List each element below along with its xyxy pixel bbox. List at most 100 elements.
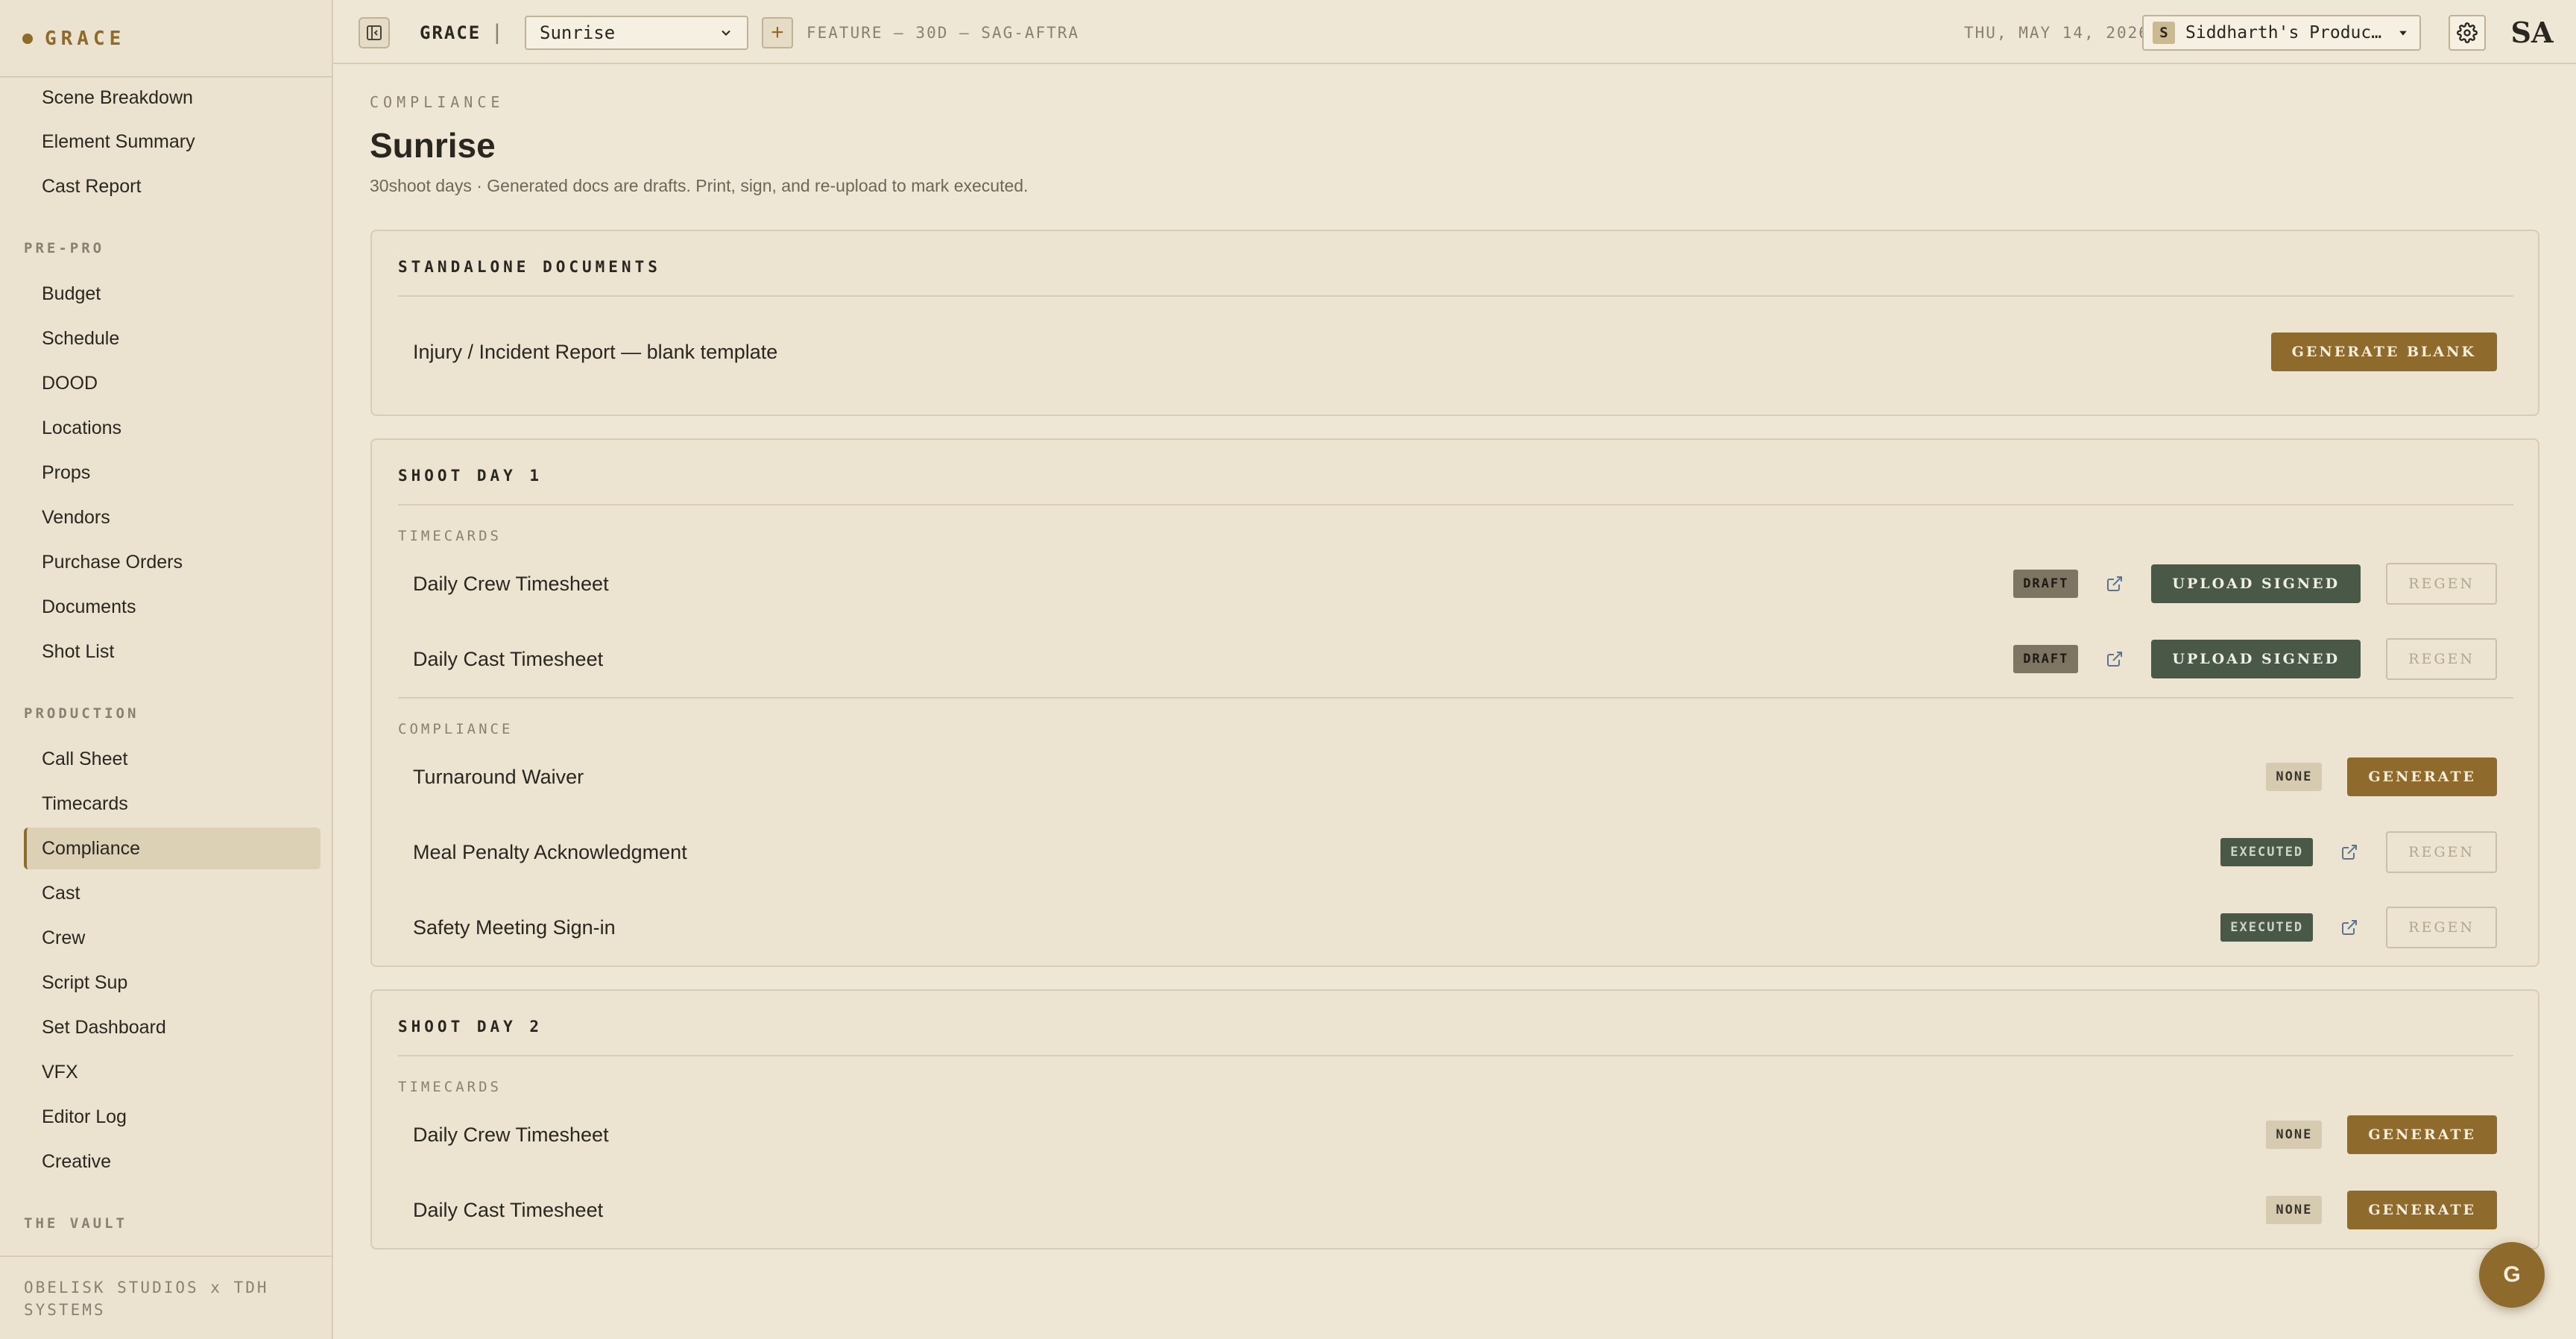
sidebar-item-cast[interactable]: Cast [24,872,321,914]
nav-section-title: THE VAULT [24,1215,127,1232]
document-row: Daily Crew Timesheet DRAFT UPLOAD SIGNED RE… [372,561,2538,607]
sidebar-item-compliance[interactable]: Compliance [24,828,321,869]
document-actions: DRAFT UPLOAD SIGNED REGEN [2013,561,2497,607]
regen-button[interactable]: REGEN [2386,831,2497,873]
nav-section-title: PRODUCTION [24,705,139,722]
regen-button[interactable]: REGEN [2386,907,2497,948]
card-title: SHOOT DAY 2 [398,1018,543,1036]
org-badge: S [2153,22,2175,44]
regen-button[interactable]: REGEN [2386,638,2497,680]
brand-dot-icon [22,34,33,44]
sidebar-item-scene-breakdown[interactable]: Scene Breakdown [24,77,321,119]
external-link-icon [2107,576,2123,591]
gear-icon [2457,22,2478,43]
project-meta: FEATURE — 30D — SAG-AFTRA [806,24,1080,42]
standalone-documents-card: STANDALONE DOCUMENTS Injury / Incident Re… [370,230,2539,416]
document-actions: NONE GENERATE [2266,754,2497,800]
regen-button[interactable]: REGEN [2386,563,2497,605]
sidebar-item-schedule[interactable]: Schedule [24,318,321,359]
card-divider [398,1055,2513,1056]
document-actions: EXECUTED REGEN [2220,829,2497,875]
add-project-button[interactable]: + [762,17,793,48]
sidebar-item-set-dashboard[interactable]: Set Dashboard [24,1006,321,1048]
status-badge: NONE [2266,1196,2323,1224]
page-title: Sunrise [370,126,496,165]
upload-signed-button[interactable]: UPLOAD SIGNED [2151,564,2361,603]
status-badge: DRAFT [2013,645,2079,673]
document-actions: NONE GENERATE [2266,1187,2497,1233]
sidebar-item-cast-report[interactable]: Cast Report [24,166,321,207]
group-label: TIMECARDS [398,528,502,544]
project-select[interactable]: Sunrise [525,16,748,50]
page-subtitle: 30shoot days · Generated docs are drafts… [370,176,1029,195]
external-link-icon [2342,920,2358,935]
document-name: Daily Cast Timesheet [413,1198,604,1221]
open-document-button[interactable] [2338,916,2361,939]
org-select[interactable]: S Siddharth's Production [2142,15,2421,51]
sidebar: GRACE Scene Breakdown Element Summary Cast… [0,0,333,1339]
page-eyebrow: COMPLIANCE [370,93,505,111]
document-row: Safety Meeting Sign-in EXECUTED REGEN [372,904,2538,951]
nav-section-title: PRE-PRO [24,240,105,256]
status-badge: EXECUTED [2220,913,2314,942]
document-row: Daily Cast Timesheet DRAFT UPLOAD SIGNED RE… [372,636,2538,682]
open-document-button[interactable] [2103,648,2126,670]
shoot-day-card: SHOOT DAY 1 TIMECARDS Daily Crew Timesheet… [370,438,2539,967]
document-name: Injury / Incident Report — blank templat… [413,340,778,363]
sidebar-item-budget[interactable]: Budget [24,273,321,315]
topbar-brand: GRACE [420,22,482,43]
external-link-icon [2342,845,2358,860]
sidebar-item-screeners[interactable]: Screeners [24,1248,321,1255]
assistant-fab-button[interactable]: G [2479,1242,2545,1308]
generate-blank-button[interactable]: GENERATE BLANK [2270,333,2497,371]
brand-name: GRACE [45,28,126,50]
sidebar-item-creative[interactable]: Creative [24,1141,321,1182]
card-divider [398,504,2513,505]
document-row: Daily Crew Timesheet NONE GENERATE [372,1112,2538,1158]
sidebar-item-props[interactable]: Props [24,452,321,494]
brand-logo[interactable]: GRACE [22,22,125,55]
current-date: THU, MAY 14, 2026 [1964,24,2150,42]
sidebar-item-element-summary[interactable]: Element Summary [24,121,321,163]
sidebar-item-editor-log[interactable]: Editor Log [24,1096,321,1138]
document-row: Meal Penalty Acknowledgment EXECUTED REGEN [372,829,2538,875]
sidebar-item-crew[interactable]: Crew [24,917,321,959]
generate-button[interactable]: GENERATE [2347,757,2497,796]
sidebar-collapse-button[interactable] [359,17,390,48]
sidebar-item-shot-list[interactable]: Shot List [24,631,321,672]
sidebar-footer: OBELISK STUDIOS x TDH SYSTEMS [0,1255,333,1339]
document-actions: DRAFT UPLOAD SIGNED REGEN [2013,636,2497,682]
external-link-icon [2107,652,2123,667]
generate-button[interactable]: GENERATE [2347,1115,2497,1154]
open-document-button[interactable] [2103,573,2126,595]
generate-button[interactable]: GENERATE [2347,1191,2497,1229]
sidebar-item-purchase-orders[interactable]: Purchase Orders [24,541,321,583]
status-badge: DRAFT [2013,570,2079,598]
document-name: Meal Penalty Acknowledgment [413,840,687,863]
sidebar-item-call-sheet[interactable]: Call Sheet [24,738,321,780]
shoot-day-card: SHOOT DAY 2 TIMECARDS Daily Crew Timesheet… [370,989,2539,1250]
sidebar-item-timecards[interactable]: Timecards [24,783,321,825]
group-label: COMPLIANCE [398,721,514,737]
sidebar-nav: Scene Breakdown Element Summary Cast Repor… [0,76,333,1255]
sidebar-item-vfx[interactable]: VFX [24,1051,321,1093]
upload-signed-button[interactable]: UPLOAD SIGNED [2151,640,2361,678]
card-divider [398,295,2513,297]
status-badge: NONE [2266,1121,2323,1149]
sidebar-item-dood[interactable]: DOOD [24,362,321,404]
sidebar-item-documents[interactable]: Documents [24,586,321,628]
topbar-divider: | [494,20,500,45]
user-avatar[interactable]: SA [2511,11,2554,53]
document-name: Safety Meeting Sign-in [413,916,616,939]
settings-button[interactable] [2449,15,2486,51]
sidebar-item-locations[interactable]: Locations [24,407,321,449]
sidebar-item-script-sup[interactable]: Script Sup [24,962,321,1004]
open-document-button[interactable] [2338,841,2361,863]
status-badge: EXECUTED [2220,838,2314,866]
document-name: Turnaround Waiver [413,765,584,788]
document-name: Daily Cast Timesheet [413,647,604,670]
group-divider [398,697,2513,699]
sidebar-item-vendors[interactable]: Vendors [24,497,321,538]
card-title: SHOOT DAY 1 [398,467,543,485]
topbar: GRACE | Sunrise + FEATURE — 30D — SAG-AF… [333,0,2576,64]
